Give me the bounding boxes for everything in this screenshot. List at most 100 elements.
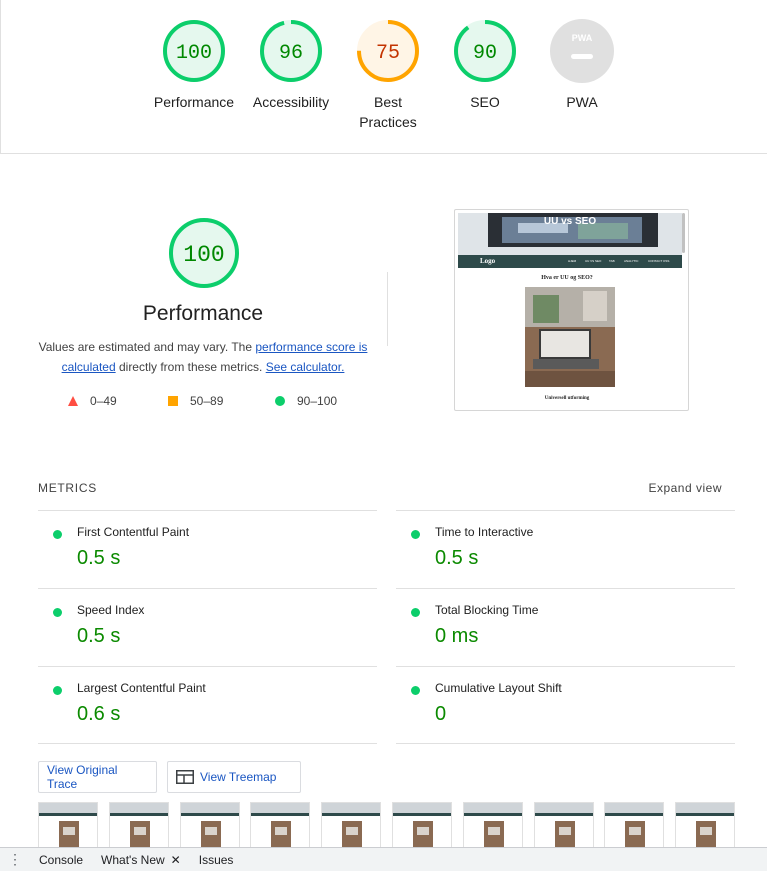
gauge-score: 75: [376, 42, 400, 65]
metric-name: Total Blocking Time: [435, 603, 539, 617]
filmstrip-frame: [250, 802, 311, 848]
gauge-ring: 100: [169, 218, 239, 288]
legend-range: 90–100: [297, 394, 338, 408]
screenshot-nav-item: CONTACT OSS: [648, 259, 670, 263]
screenshot-nav-item: HJEM: [568, 259, 577, 263]
metric-value: 0.5 s: [435, 547, 479, 569]
gauge-label: Best Practices: [359, 94, 417, 130]
gauge-ring: 100: [163, 20, 225, 82]
pass-circle-icon: [411, 608, 420, 617]
gauge-ring: 90: [454, 20, 516, 82]
tab-console[interactable]: Console: [30, 848, 92, 871]
gauge-ring: 75: [357, 20, 419, 82]
screenshot-hero: UU vs SEO: [458, 213, 682, 255]
metric-value: 0.5 s: [77, 547, 121, 569]
gauge-score: 96: [279, 42, 303, 65]
gauge-label: SEO: [470, 94, 500, 110]
metric-value: 0.5 s: [77, 625, 121, 647]
metrics-title: METRICS: [38, 481, 97, 495]
filmstrip-frame: [604, 802, 665, 848]
filmstrip-frame: [533, 802, 594, 848]
tab-label: Issues: [198, 852, 234, 867]
metric-value: 0: [435, 703, 447, 725]
legend-average: 50–89: [168, 394, 223, 408]
pass-circle-icon: [53, 530, 62, 539]
tab-whats-new[interactable]: What's New ✕: [92, 848, 190, 871]
pwa-badge-text: PWA: [572, 33, 593, 43]
screenshot-laptop-image: [525, 287, 615, 387]
legend-range: 50–89: [190, 394, 224, 408]
more-options-icon[interactable]: ⋮: [0, 851, 30, 868]
gauge-score: 90: [473, 42, 497, 65]
metric-name: Speed Index: [77, 603, 145, 617]
legend-fail: 0–49: [68, 394, 117, 408]
button-label: View Treemap: [200, 770, 277, 784]
filmstrip: [38, 802, 738, 848]
filmstrip-frame: [179, 802, 240, 848]
metric-name: First Contentful Paint: [77, 525, 190, 539]
metric-largest-contentful-paint: Largest Contentful Paint 0.6 s: [38, 666, 377, 744]
desc-text: Values are estimated and may vary. The: [38, 340, 256, 354]
metric-value: 0.6 s: [77, 703, 121, 725]
calculator-link[interactable]: See calculator.: [266, 360, 345, 374]
screenshot-scrollbar: [682, 213, 685, 253]
screenshot-footer-text: Universell utforming: [544, 396, 590, 401]
metric-name: Cumulative Layout Shift: [435, 681, 562, 695]
square-icon: [168, 396, 178, 406]
triangle-icon: [68, 396, 78, 406]
view-original-trace-button[interactable]: View Original Trace: [38, 761, 157, 793]
button-label: View Original Trace: [47, 763, 118, 791]
gauge-score: 100: [176, 42, 212, 65]
performance-description: Values are estimated and may vary. The p…: [38, 337, 368, 377]
metric-name: Time to Interactive: [435, 525, 534, 539]
pass-circle-icon: [411, 530, 420, 539]
metric-speed-index: Speed Index 0.5 s: [38, 588, 377, 666]
expand-view-toggle[interactable]: Expand view: [648, 481, 722, 495]
final-screenshot[interactable]: UU vs SEO Logo HJEM UU VS SEO TAB ANALYT…: [454, 209, 689, 411]
screenshot-navbar: Logo HJEM UU VS SEO TAB ANALYTIC CONTACT…: [458, 255, 682, 268]
metrics-section: METRICS Expand view First Contentful Pai…: [38, 470, 735, 744]
circle-icon: [275, 396, 285, 406]
metric-total-blocking-time: Total Blocking Time 0 ms: [396, 588, 735, 666]
gauge-ring: 96: [260, 20, 322, 82]
legend-range: 0–49: [90, 394, 117, 408]
section-divider: [387, 272, 388, 346]
screenshot-heading: Hva er UU og SEO?: [541, 275, 593, 281]
screenshot-hero-title: UU vs SEO: [543, 216, 597, 227]
screenshot-nav-item: UU VS SEO: [585, 259, 602, 263]
gauge-label: Performance: [153, 94, 235, 110]
performance-big-gauge: 100: [167, 216, 241, 295]
pass-circle-icon: [53, 686, 62, 695]
treemap-icon: [176, 770, 194, 784]
pass-circle-icon: [53, 608, 62, 617]
tab-label: Console: [39, 852, 84, 867]
desc-text: directly from these metrics.: [115, 360, 266, 374]
filmstrip-frame: [108, 802, 169, 848]
tab-label: What's New: [101, 852, 165, 867]
screenshot-nav-item: ANALYTIC: [624, 259, 639, 263]
metric-time-to-interactive: Time to Interactive 0.5 s: [396, 510, 735, 588]
performance-score: 100: [183, 242, 224, 268]
gauge-label: Accessibility: [252, 94, 330, 110]
gauge-seo[interactable]: 90 SEO: [435, 18, 535, 112]
view-treemap-button[interactable]: View Treemap: [167, 761, 301, 793]
tab-issues[interactable]: Issues: [190, 848, 243, 871]
metric-first-contentful-paint: First Contentful Paint 0.5 s: [38, 510, 377, 588]
filmstrip-frame: [321, 802, 382, 848]
filmstrip-frame: [675, 802, 736, 848]
legend-pass: 90–100: [275, 394, 337, 408]
close-icon[interactable]: ✕: [171, 853, 181, 867]
metric-value: 0 ms: [435, 625, 479, 647]
screenshot-nav-item: TAB: [609, 259, 615, 263]
gauge-best-practices[interactable]: 75 Best Practices: [338, 18, 438, 132]
metric-name: Largest Contentful Paint: [77, 681, 206, 695]
filmstrip-frame: [392, 802, 452, 848]
gauge-pwa[interactable]: PWA PWA: [532, 18, 632, 112]
screenshot-logo: Logo: [480, 257, 496, 265]
filmstrip-frame: [462, 802, 523, 848]
filmstrip-frame: [38, 802, 98, 848]
gauge-performance[interactable]: 100 Performance: [144, 18, 244, 112]
performance-title: Performance: [142, 302, 264, 325]
gauge-accessibility[interactable]: 96 Accessibility: [241, 18, 341, 112]
metrics-header: METRICS Expand view: [38, 470, 735, 506]
